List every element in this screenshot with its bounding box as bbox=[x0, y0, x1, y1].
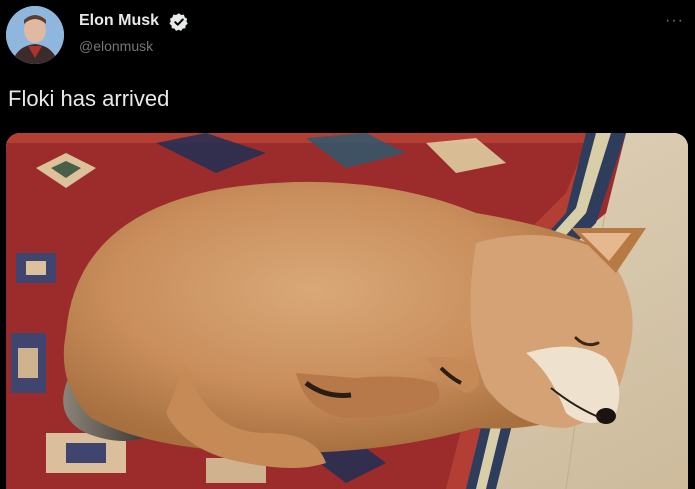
shiba-puppy-photo bbox=[6, 133, 688, 489]
author-handle[interactable]: @elonmusk bbox=[79, 38, 153, 54]
more-options-icon[interactable]: ··· bbox=[665, 13, 684, 29]
tweet-text: Floki has arrived bbox=[8, 86, 170, 111]
author-name[interactable]: Elon Musk bbox=[79, 12, 159, 30]
verified-badge-icon bbox=[169, 13, 188, 31]
tweet-media-photo[interactable] bbox=[6, 133, 688, 489]
avatar-image bbox=[6, 6, 64, 64]
author-avatar[interactable] bbox=[6, 6, 64, 64]
tweet: Elon Musk @elonmusk ··· Floki has arrive… bbox=[0, 0, 695, 489]
